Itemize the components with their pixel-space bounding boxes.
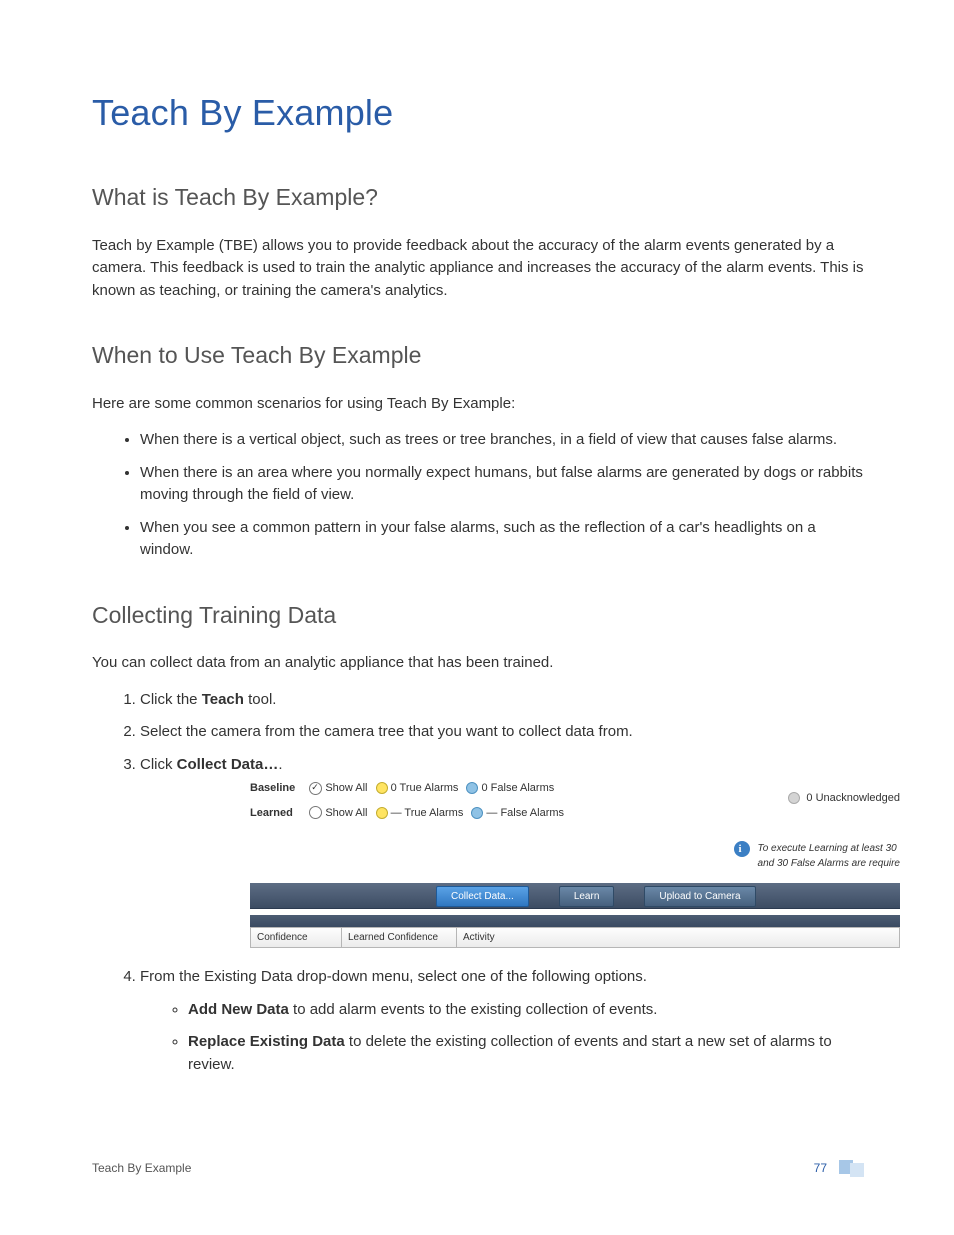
paragraph-what: Teach by Example (TBE) allows you to pro…: [92, 235, 864, 303]
upload-to-camera-button[interactable]: Upload to Camera: [644, 886, 755, 907]
option-bold: Replace Existing Data: [188, 1033, 345, 1050]
sub-bullets: Add New Data to add alarm events to the …: [188, 999, 864, 1077]
toolbar-strip: [250, 915, 900, 927]
section-heading-when: When to Use Teach By Example: [92, 338, 864, 373]
paragraph-when-intro: Here are some common scenarios for using…: [92, 393, 864, 416]
column-header-activity: Activity: [456, 927, 900, 948]
table-header-row: Confidence Learned Confidence Activity: [250, 927, 900, 948]
step-text: .: [278, 756, 282, 773]
legend-item: 0 False Alarms: [466, 780, 554, 797]
column-header-learned-confidence: Learned Confidence: [341, 927, 456, 948]
legend-unacknowledged: 0 Unacknowledged: [788, 790, 900, 807]
step-text: tool.: [244, 691, 277, 708]
learn-button[interactable]: Learn: [559, 886, 615, 907]
legend-label-learned: Learned: [250, 805, 295, 822]
list-item: When there is an area where you normally…: [140, 462, 864, 507]
embedded-screenshot: Baseline Show All 0 True Alarms 0 False …: [250, 780, 900, 948]
list-item: Select the camera from the camera tree t…: [140, 721, 864, 744]
toolbar: Collect Data... Learn Upload to Camera: [250, 883, 900, 909]
page-footer: Teach By Example 77: [92, 1159, 864, 1177]
paragraph-collect-intro: You can collect data from an analytic ap…: [92, 652, 864, 675]
footer-title: Teach By Example: [92, 1159, 191, 1177]
info-note: To execute Learning at least 30 and 30 F…: [250, 841, 900, 871]
list-item: Click Collect Data…. Baseline Show All 0…: [140, 754, 864, 949]
radio-show-all-learned[interactable]: Show All: [309, 805, 367, 822]
radio-show-all-baseline[interactable]: Show All: [309, 780, 367, 797]
section-heading-collect: Collecting Training Data: [92, 598, 864, 633]
section-heading-what: What is Teach By Example?: [92, 180, 864, 215]
list-item: From the Existing Data drop-down menu, s…: [140, 966, 864, 1076]
page-title: Teach By Example: [92, 86, 864, 140]
collect-data-button[interactable]: Collect Data...: [436, 886, 529, 907]
radio-label: Show All: [325, 782, 367, 794]
option-text: to add alarm events to the existing coll…: [289, 1001, 658, 1018]
legend-item: — False Alarms: [471, 805, 564, 822]
column-header-confidence: Confidence: [250, 927, 341, 948]
legend-item: 0 True Alarms: [376, 780, 459, 797]
list-item: Click the Teach tool.: [140, 689, 864, 712]
page-number: 77: [814, 1159, 827, 1177]
option-bold: Add New Data: [188, 1001, 289, 1018]
step-bold: Teach: [202, 691, 244, 708]
list-item: When you see a common pattern in your fa…: [140, 517, 864, 562]
bullet-list-when: When there is a vertical object, such as…: [92, 429, 864, 562]
list-item: When there is a vertical object, such as…: [140, 429, 864, 452]
radio-label: Show All: [325, 807, 367, 819]
footer-logo-icon: [839, 1160, 864, 1177]
list-item: Replace Existing Data to delete the exis…: [188, 1031, 864, 1076]
list-item: Add New Data to add alarm events to the …: [188, 999, 864, 1022]
info-icon: [734, 841, 750, 857]
legend-item: — True Alarms: [376, 805, 464, 822]
step-text: Click the: [140, 691, 202, 708]
step-bold: Collect Data…: [177, 756, 279, 773]
legend-label-baseline: Baseline: [250, 780, 295, 797]
step-text: Click: [140, 756, 177, 773]
ordered-steps: Click the Teach tool. Select the camera …: [92, 689, 864, 1077]
step-text: From the Existing Data drop-down menu, s…: [140, 968, 647, 985]
